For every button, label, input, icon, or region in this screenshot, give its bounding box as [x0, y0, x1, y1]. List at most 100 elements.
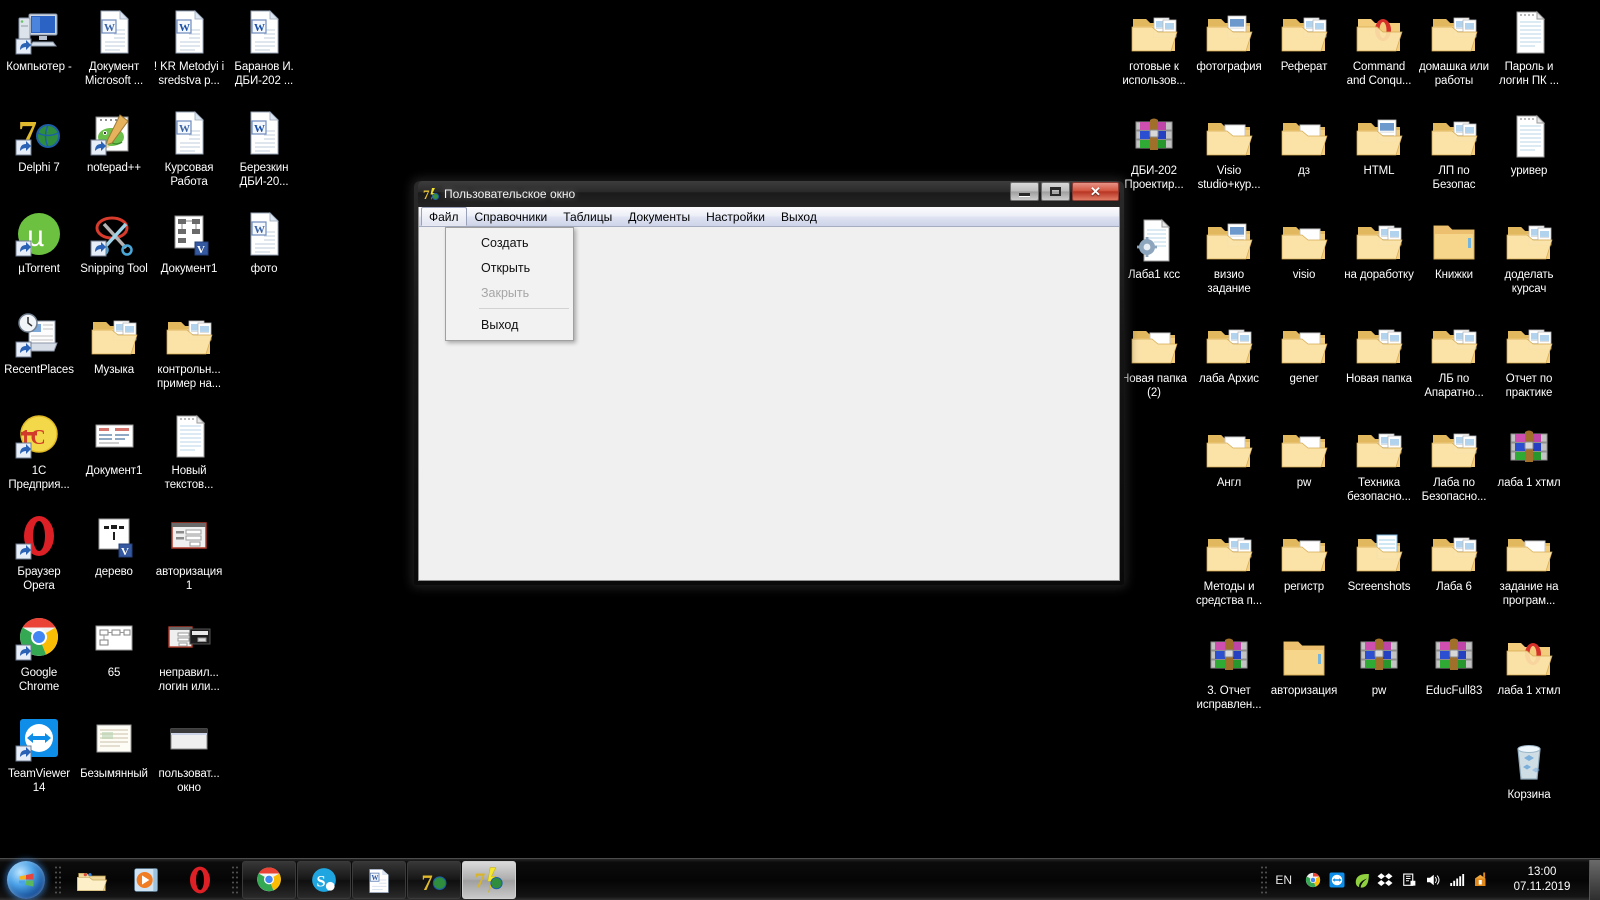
desktop-icon-документ1[interactable]: V Документ1 — [152, 206, 226, 307]
desktop-icon-документ1[interactable]: Документ1 — [77, 408, 151, 509]
desktop-icon--kr-metodyi-i-sredstva-p-[interactable]: W ! KR Metodyi i sredstva p... — [152, 4, 226, 105]
taskbar-explorer-icon[interactable] — [65, 861, 119, 899]
taskbar[interactable]: S W 7 7 EN 13:00 07.11.2019 — [0, 858, 1600, 900]
desktop-icon-лаба-архис[interactable]: лаба Архис — [1192, 316, 1266, 420]
desktop-icon-лаба-1-хтмл[interactable]: лаба 1 хтмл — [1492, 420, 1566, 524]
desktop-icon-visio[interactable]: visio — [1267, 212, 1341, 316]
desktop-icon-англ[interactable]: Англ — [1192, 420, 1266, 524]
desktop-icon-баранов-и-дби-202-[interactable]: W Баранов И. ДБИ-202 ... — [227, 4, 301, 105]
desktop-icon-авторизация-1[interactable]: авторизация 1 — [152, 509, 226, 610]
desktop-icon-65[interactable]: 65 — [77, 610, 151, 711]
desktop-icon-recentplaces[interactable]: RecentPlaces — [2, 307, 76, 408]
desktop-icon-корзина[interactable]: Корзина — [1492, 732, 1566, 836]
start-button[interactable] — [2, 860, 50, 900]
taskbar-delphi-app-task[interactable]: 7 — [462, 860, 516, 899]
desktop-icon-готовые-к-использов-[interactable]: готовые к использов... — [1117, 4, 1191, 108]
show-desktop-button[interactable] — [1589, 860, 1600, 900]
desktop-icon-музыка[interactable]: Музыка — [77, 307, 151, 408]
volume-tray-icon[interactable] — [1424, 871, 1442, 889]
desktop-icon-дз[interactable]: дз — [1267, 108, 1341, 212]
desktop-icon-лаба-6[interactable]: Лаба 6 — [1417, 524, 1491, 628]
desktop-icon-visio-studio-кур-[interactable]: Visio studio+кур... — [1192, 108, 1266, 212]
desktop-icon-pw[interactable]: pw — [1342, 628, 1416, 732]
menu-item-4[interactable]: Документы — [620, 207, 698, 226]
desktop-icon-pw[interactable]: pw — [1267, 420, 1341, 524]
maximize-button[interactable] — [1041, 182, 1070, 201]
taskbar-media-player-icon[interactable] — [119, 861, 173, 899]
desktop-icon-новый-текстов-[interactable]: Новый текстов... — [152, 408, 226, 509]
desktop-icon-доделать-курсач[interactable]: доделать курсач — [1492, 212, 1566, 316]
teamviewer-tray-icon[interactable] — [1328, 871, 1346, 889]
window-menubar[interactable]: Файл Справочники Таблицы Документы Настройки… — [419, 207, 1119, 227]
clock[interactable]: 13:00 07.11.2019 — [1499, 865, 1585, 895]
desktop[interactable]: Компьютер - W Документ Microsoft ... W ! KR … — [0, 0, 1600, 900]
leaf-tray-icon[interactable] — [1352, 871, 1370, 889]
language-indicator[interactable]: EN — [1275, 873, 1292, 887]
window-titlebar[interactable]: 7 Пользовательское окно ✕ — [418, 181, 1120, 207]
desktop-icon-фотография[interactable]: фотография — [1192, 4, 1266, 108]
desktop-icon-google-chrome[interactable]: Google Chrome — [2, 610, 76, 711]
desktop-icon-на-доработку[interactable]: на доработку — [1342, 212, 1416, 316]
taskbar-delphi-task[interactable]: 7 — [407, 860, 461, 899]
desktop-icon-html[interactable]: HTML — [1342, 108, 1416, 212]
menu-item-1[interactable]: Файл — [421, 207, 467, 226]
desktop-icon-notepad-[interactable]: notepad++ — [77, 105, 151, 206]
desktop-icon-delphi-7[interactable]: 7 Delphi 7 — [2, 105, 76, 206]
desktop-icon-snipping-tool[interactable]: Snipping Tool — [77, 206, 151, 307]
tray-grip[interactable] — [1260, 865, 1268, 895]
desktop-icon-курсовая-работа[interactable]: W Курсовая Работа — [152, 105, 226, 206]
desktop-icon-фото[interactable]: Wфото — [227, 206, 301, 307]
desktop-icon-книжки[interactable]: Книжки — [1417, 212, 1491, 316]
application-window[interactable]: 7 Пользовательское окно ✕ Файл Справочник… — [414, 181, 1124, 585]
menu-option-4[interactable]: Выход — [446, 312, 573, 337]
desktop-icon-визио-задание[interactable]: визио задание — [1192, 212, 1266, 316]
desktop-icon-screenshots[interactable]: Screenshots — [1342, 524, 1416, 628]
desktop-icon-отчет-по-практике[interactable]: Отчет по практике — [1492, 316, 1566, 420]
desktop-icon-браузер-opera[interactable]: Браузер Opera — [2, 509, 76, 610]
desktop-icon-новая-папка[interactable]: Новая папка — [1342, 316, 1416, 420]
dropbox-tray-icon[interactable] — [1376, 871, 1394, 889]
desktop-icon-лб-по-апаратно-[interactable]: ЛБ по Апаратно... — [1417, 316, 1491, 420]
menu-option-2[interactable]: Открыть — [446, 255, 573, 280]
menu-item-5[interactable]: Настройки — [698, 207, 773, 226]
desktop-icon-реферат[interactable]: Реферат — [1267, 4, 1341, 108]
desktop-icon-техника-безопасно-[interactable]: Техника безопасно... — [1342, 420, 1416, 524]
taskbar-word-task[interactable]: W — [352, 860, 406, 899]
taskbar-skype-task[interactable]: S — [297, 860, 351, 899]
update-tray-icon[interactable] — [1472, 871, 1490, 889]
desktop-icon-уривер[interactable]: уривер — [1492, 108, 1566, 212]
menu-item-6[interactable]: Выход — [773, 207, 825, 226]
desktop-icon-безымянный[interactable]: Безымянный — [77, 711, 151, 812]
desktop-icon-компьютер-[interactable]: Компьютер - — [2, 4, 76, 105]
desktop-icon-домашка-или-работы[interactable]: домашка или работы — [1417, 4, 1491, 108]
desktop-icon-gener[interactable]: gener — [1267, 316, 1341, 420]
desktop-icon-регистр[interactable]: регистр — [1267, 524, 1341, 628]
desktop-icon-command-and-conqu-[interactable]: Command and Conqu... — [1342, 4, 1416, 108]
desktop-icon-лп-по-безопас[interactable]: ЛП по Безопас — [1417, 108, 1491, 212]
desktop-icon-3-отчет-исправлен-[interactable]: 3. Отчет исправлен... — [1192, 628, 1266, 732]
menu-item-2[interactable]: Справочники — [467, 207, 556, 226]
action-center-tray-icon[interactable] — [1400, 871, 1418, 889]
desktop-icon-лаба1-ксс[interactable]: Лаба1 ксс — [1117, 212, 1191, 316]
menu-option-1[interactable]: Создать — [446, 230, 573, 255]
close-button[interactable]: ✕ — [1072, 182, 1119, 201]
desktop-icon-документ-microsoft-[interactable]: W Документ Microsoft ... — [77, 4, 151, 105]
desktop-icon-лаба-1-хтмл[interactable]: лаба 1 хтмл — [1492, 628, 1566, 732]
taskbar-grip[interactable] — [54, 864, 61, 895]
taskbar-opera-icon[interactable] — [173, 861, 227, 899]
network-tray-icon[interactable] — [1448, 871, 1466, 889]
desktop-icon-пользоват-окно[interactable]: пользоват... окно — [152, 711, 226, 812]
menu-item-3[interactable]: Таблицы — [555, 207, 620, 226]
desktop-icon-teamviewer-14[interactable]: TeamViewer 14 — [2, 711, 76, 812]
desktop-icon-пароль-и-логин-пк-[interactable]: Пароль и логин ПК ... — [1492, 4, 1566, 108]
taskbar-grip-2[interactable] — [231, 864, 238, 895]
desktop-icon-лаба-по-безопасно-[interactable]: Лаба по Безопасно... — [1417, 420, 1491, 524]
chrome-tray-icon[interactable] — [1304, 871, 1322, 889]
desktop-icon-авторизация[interactable]: авторизация — [1267, 628, 1341, 732]
desktop-icon-неправил-логин-или-[interactable]: неправил... логин или... — [152, 610, 226, 711]
desktop-icon-1с-предприя-[interactable]: 1C 1С Предприя... — [2, 408, 76, 509]
desktop-icon-контрольн-пример-на-[interactable]: контрольн... пример на... — [152, 307, 226, 408]
taskbar-chrome-task[interactable] — [242, 860, 296, 899]
desktop-icon-дерево[interactable]: Vдерево — [77, 509, 151, 610]
desktop-icon-новая-папка-2-[interactable]: Новая папка (2) — [1117, 316, 1191, 420]
